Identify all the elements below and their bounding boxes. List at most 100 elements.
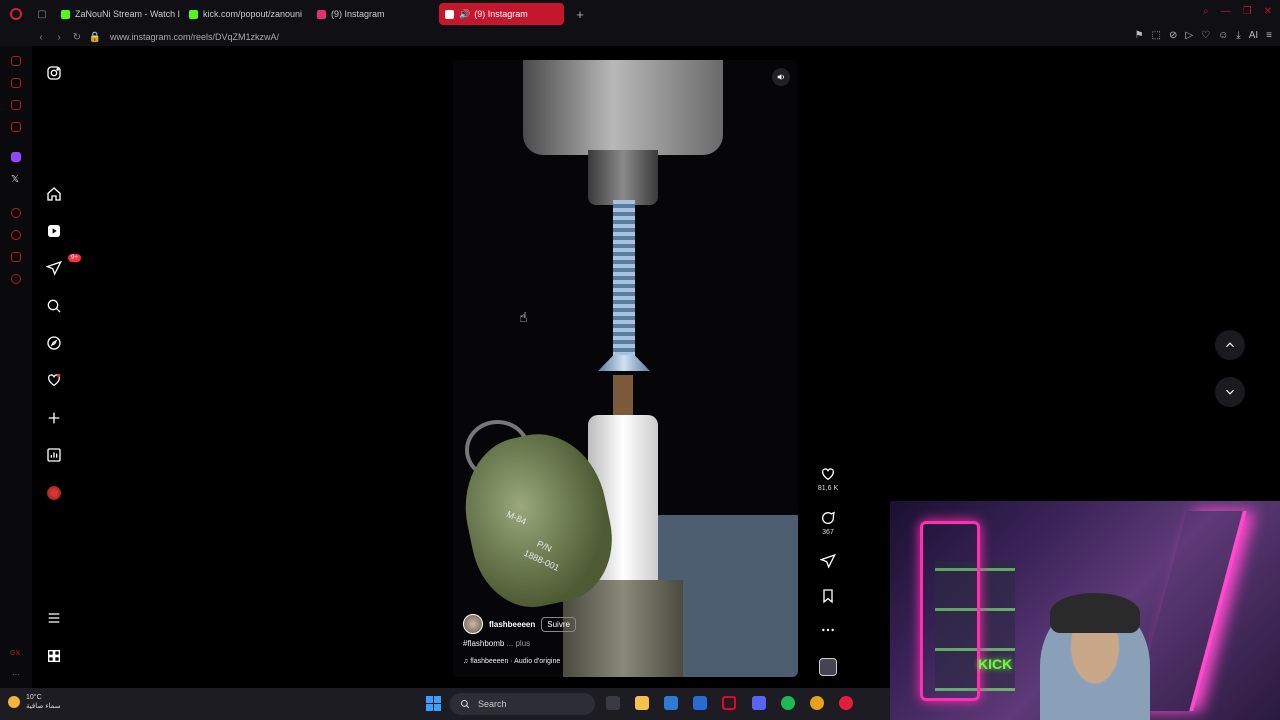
instagram-logo-icon[interactable] bbox=[46, 65, 62, 81]
caption-more-link[interactable]: ... plus bbox=[507, 639, 531, 648]
lock-icon: 🔒 bbox=[88, 31, 102, 43]
more-icon bbox=[822, 628, 834, 632]
taskbar: 10°C سماء صافية Search bbox=[0, 688, 890, 720]
task-view-icon[interactable] bbox=[606, 696, 620, 710]
opera-gx-icon[interactable] bbox=[722, 696, 736, 710]
explore-icon[interactable] bbox=[46, 335, 62, 351]
comment-button[interactable]: 367 bbox=[814, 510, 842, 536]
comment-count: 367 bbox=[822, 529, 834, 536]
shopping-icon[interactable] bbox=[11, 78, 21, 88]
reels-icon[interactable] bbox=[46, 223, 62, 239]
copilot-icon[interactable] bbox=[664, 696, 678, 710]
settings-icon[interactable] bbox=[11, 274, 21, 284]
play-icon[interactable]: ▷ bbox=[1185, 30, 1193, 41]
screw-head-image bbox=[598, 355, 650, 371]
next-reel-button[interactable] bbox=[1215, 377, 1245, 407]
dashboard-icon[interactable] bbox=[46, 447, 62, 463]
drill-press-image bbox=[523, 60, 723, 155]
x-icon[interactable]: 𝕏 bbox=[11, 174, 19, 185]
bookmark-icon bbox=[823, 589, 833, 604]
author-avatar[interactable] bbox=[463, 614, 483, 634]
hand-cursor-icon: ☝ bbox=[519, 309, 528, 325]
instagram-nav: 9+ bbox=[32, 46, 81, 688]
extensions-icon[interactable] bbox=[11, 252, 21, 262]
audio-link[interactable]: ♫ flashbeeeen · Audio d'origine bbox=[463, 658, 703, 665]
aria-icon[interactable] bbox=[11, 56, 21, 66]
ai-button[interactable]: AI bbox=[1249, 30, 1258, 41]
profile-avatar[interactable] bbox=[46, 485, 62, 501]
back-icon[interactable]: ‹ bbox=[32, 32, 50, 43]
reload-icon[interactable]: ↻ bbox=[68, 32, 86, 43]
like-count: 81,6 K bbox=[817, 485, 839, 492]
neon-light-image bbox=[920, 521, 980, 701]
messenger-icon[interactable] bbox=[11, 100, 21, 110]
bookmark-icon[interactable]: ⚑ bbox=[1135, 30, 1144, 41]
like-button[interactable]: 81,6 K bbox=[814, 466, 842, 492]
home-icon[interactable] bbox=[46, 186, 62, 202]
address-bar: ‹ › ↻ 🔒 www.instagram.com/reels/DVqZM1zk… bbox=[0, 28, 1280, 46]
profile-icon[interactable]: ☺ bbox=[1218, 30, 1228, 41]
workspaces-icon[interactable]: ▢ bbox=[32, 0, 52, 28]
opera-logo-icon[interactable] bbox=[0, 0, 32, 28]
windows-start-icon[interactable] bbox=[426, 696, 441, 711]
new-tab-button[interactable]: + bbox=[570, 7, 590, 22]
search-label: Search bbox=[478, 699, 507, 709]
reel-video[interactable]: M-84 P/N 1888-001 flashbeeeen Suivre #fl… bbox=[453, 60, 798, 677]
download-icon[interactable]: ⤓ bbox=[1236, 30, 1240, 41]
store-icon[interactable] bbox=[693, 696, 707, 710]
chrome-icon[interactable] bbox=[810, 696, 824, 710]
more-options-button[interactable] bbox=[814, 622, 842, 638]
whatsapp-icon[interactable] bbox=[11, 122, 21, 132]
tab-title: ZaNouNi Stream - Watch l bbox=[75, 9, 180, 19]
more-icon[interactable]: ··· bbox=[12, 670, 20, 679]
spotify-icon[interactable] bbox=[781, 696, 795, 710]
taskbar-search[interactable]: Search bbox=[450, 693, 595, 715]
follow-button[interactable]: Suivre bbox=[541, 616, 576, 632]
save-button[interactable] bbox=[814, 588, 842, 604]
drill-chuck-image bbox=[588, 150, 658, 205]
browser-tab[interactable]: kick.com/popout/zanouni bbox=[183, 3, 308, 25]
close-icon[interactable]: ✕ bbox=[1264, 6, 1272, 17]
search-icon[interactable] bbox=[46, 298, 62, 314]
heart-icon[interactable]: ♡ bbox=[1201, 30, 1210, 41]
opera-icon[interactable] bbox=[839, 696, 853, 710]
author-name[interactable]: flashbeeeen bbox=[489, 620, 535, 629]
snapshot-icon[interactable]: ⬚ bbox=[1152, 30, 1161, 41]
create-icon[interactable] bbox=[46, 410, 62, 426]
discord-icon[interactable] bbox=[752, 696, 766, 710]
forward-icon[interactable]: › bbox=[50, 32, 68, 43]
heart-icon bbox=[822, 468, 834, 481]
adblock-icon[interactable]: ⊘ bbox=[1169, 30, 1177, 41]
history-icon[interactable] bbox=[11, 230, 21, 240]
tab-title: (9) Instagram bbox=[474, 9, 528, 19]
chevron-up-icon bbox=[1226, 342, 1234, 348]
gx-icon[interactable]: GX bbox=[10, 650, 20, 657]
previous-reel-button[interactable] bbox=[1215, 330, 1245, 360]
share-icon bbox=[820, 553, 836, 569]
threads-icon[interactable] bbox=[46, 648, 62, 664]
player-icon[interactable] bbox=[11, 208, 21, 218]
file-explorer-icon[interactable] bbox=[635, 696, 649, 710]
weather-widget[interactable]: 10°C سماء صافية bbox=[8, 693, 61, 711]
twitch-icon[interactable] bbox=[11, 152, 21, 162]
messages-icon[interactable]: 9+ bbox=[46, 254, 81, 276]
url-field[interactable]: www.instagram.com/reels/DVqZM1zkzwA/ bbox=[110, 32, 279, 42]
maximize-icon[interactable]: ❐ bbox=[1243, 6, 1252, 17]
speaker-icon[interactable]: 🔊 bbox=[459, 9, 470, 20]
notifications-icon[interactable] bbox=[46, 372, 62, 388]
audio-avatar[interactable] bbox=[814, 658, 842, 676]
caption-hashtag[interactable]: #flashbomb bbox=[463, 639, 504, 648]
kick-sign: KICK bbox=[978, 656, 1013, 672]
browser-tab[interactable]: ZaNouNi Stream - Watch l bbox=[55, 3, 180, 25]
spark-plug-top-image bbox=[613, 375, 633, 420]
minimize-icon[interactable]: — bbox=[1221, 6, 1231, 17]
reel-info: flashbeeeen Suivre #flashbomb ... plus ♫… bbox=[463, 614, 703, 665]
browser-tab[interactable]: (9) Instagram bbox=[311, 3, 436, 25]
menu-icon[interactable] bbox=[46, 610, 62, 626]
share-button[interactable] bbox=[814, 553, 842, 569]
volume-button[interactable] bbox=[772, 68, 790, 86]
browser-tab-active[interactable]: 🔊 (9) Instagram bbox=[439, 3, 564, 25]
menu-icon[interactable]: ≡ bbox=[1266, 30, 1272, 41]
search-tabs-icon[interactable]: ⌕ bbox=[1203, 6, 1209, 17]
search-icon bbox=[460, 699, 470, 709]
